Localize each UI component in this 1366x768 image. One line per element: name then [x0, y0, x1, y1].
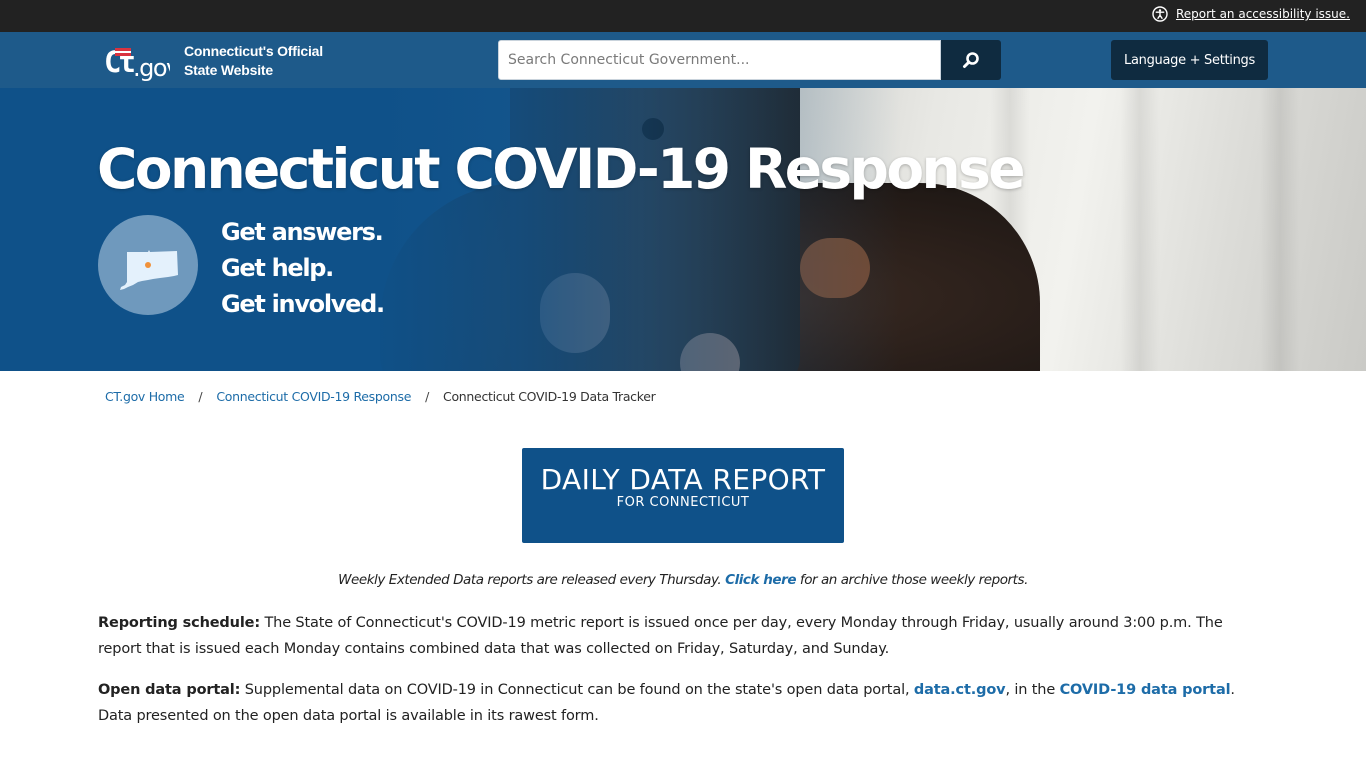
weekly-note-text-end: for an archive those weekly reports. — [796, 572, 1028, 588]
open-data-portal-paragraph: Open data portal: Supplemental data on C… — [98, 677, 1270, 729]
weekly-reports-note: Weekly Extended Data reports are release… — [0, 572, 1366, 588]
site-title-line-1: Connecticut's Official — [184, 43, 323, 59]
site-header: Ct .gov Connecticut's Official State Web… — [0, 32, 1366, 88]
open-data-portal-label: Open data portal: — [98, 682, 241, 698]
search-icon — [963, 52, 979, 68]
open-data-text: , in the — [1005, 682, 1060, 698]
covid-data-portal-link[interactable]: COVID-19 data portal — [1060, 682, 1231, 698]
breadcrumb-separator: / — [198, 389, 203, 404]
weekly-note-text: Weekly Extended Data reports are release… — [338, 572, 726, 588]
tagline-get-involved: Get involved. — [221, 290, 385, 318]
site-title-line-2: State Website — [184, 62, 273, 78]
daily-report-subtitle: FOR CONNECTICUT — [616, 495, 750, 510]
language-settings-button[interactable]: Language + Settings — [1111, 40, 1268, 80]
tagline-get-help: Get help. — [221, 254, 334, 282]
hero-title: Connecticut COVID-19 Response — [97, 137, 1026, 201]
search-button[interactable] — [941, 40, 1001, 80]
tagline-get-answers: Get answers. — [221, 218, 384, 246]
hero-badge — [98, 215, 198, 315]
hero-taglines: Get answers. Get help. Get involved. — [221, 214, 385, 322]
search-input[interactable] — [498, 40, 941, 80]
breadcrumb-covid-response[interactable]: Connecticut COVID-19 Response — [216, 389, 411, 404]
hero-gradient-overlay — [0, 88, 1366, 371]
open-data-text: Supplemental data on COVID-19 in Connect… — [240, 682, 914, 698]
breadcrumb-separator: / — [425, 389, 430, 404]
connecticut-map-icon — [120, 250, 178, 290]
report-accessibility-label: Report an accessibility issue. — [1175, 7, 1350, 21]
reporting-schedule-paragraph: Reporting schedule: The State of Connect… — [98, 610, 1270, 662]
breadcrumb-current-page: Connecticut COVID-19 Data Tracker — [443, 389, 656, 404]
daily-data-report-button[interactable]: DAILY DATA REPORT FOR CONNECTICUT — [522, 448, 844, 543]
daily-report-title: DAILY DATA REPORT — [540, 463, 826, 496]
report-accessibility-link[interactable]: Report an accessibility issue. — [1152, 6, 1350, 22]
hero-banner: Connecticut COVID-19 Response Get answer… — [0, 88, 1366, 371]
site-title: Connecticut's Official State Website — [184, 42, 323, 80]
reporting-schedule-text: The State of Connecticut's COVID-19 metr… — [98, 615, 1223, 657]
ct-gov-logo-link[interactable]: Ct .gov Connecticut's Official State Web… — [104, 41, 323, 81]
weekly-archive-link[interactable]: Click here — [725, 572, 796, 588]
reporting-schedule-label: Reporting schedule: — [98, 615, 260, 631]
breadcrumb-ct-gov-home[interactable]: CT.gov Home — [105, 389, 185, 404]
accessibility-icon — [1152, 6, 1168, 22]
svg-text:.gov: .gov — [133, 54, 170, 81]
breadcrumb: CT.gov Home / Connecticut COVID-19 Respo… — [105, 389, 656, 404]
utility-bar: Report an accessibility issue. — [0, 0, 1366, 32]
data-ct-gov-link[interactable]: data.ct.gov — [914, 682, 1006, 698]
ct-gov-logo-icon: Ct .gov — [104, 45, 170, 81]
search-form — [498, 40, 1001, 80]
